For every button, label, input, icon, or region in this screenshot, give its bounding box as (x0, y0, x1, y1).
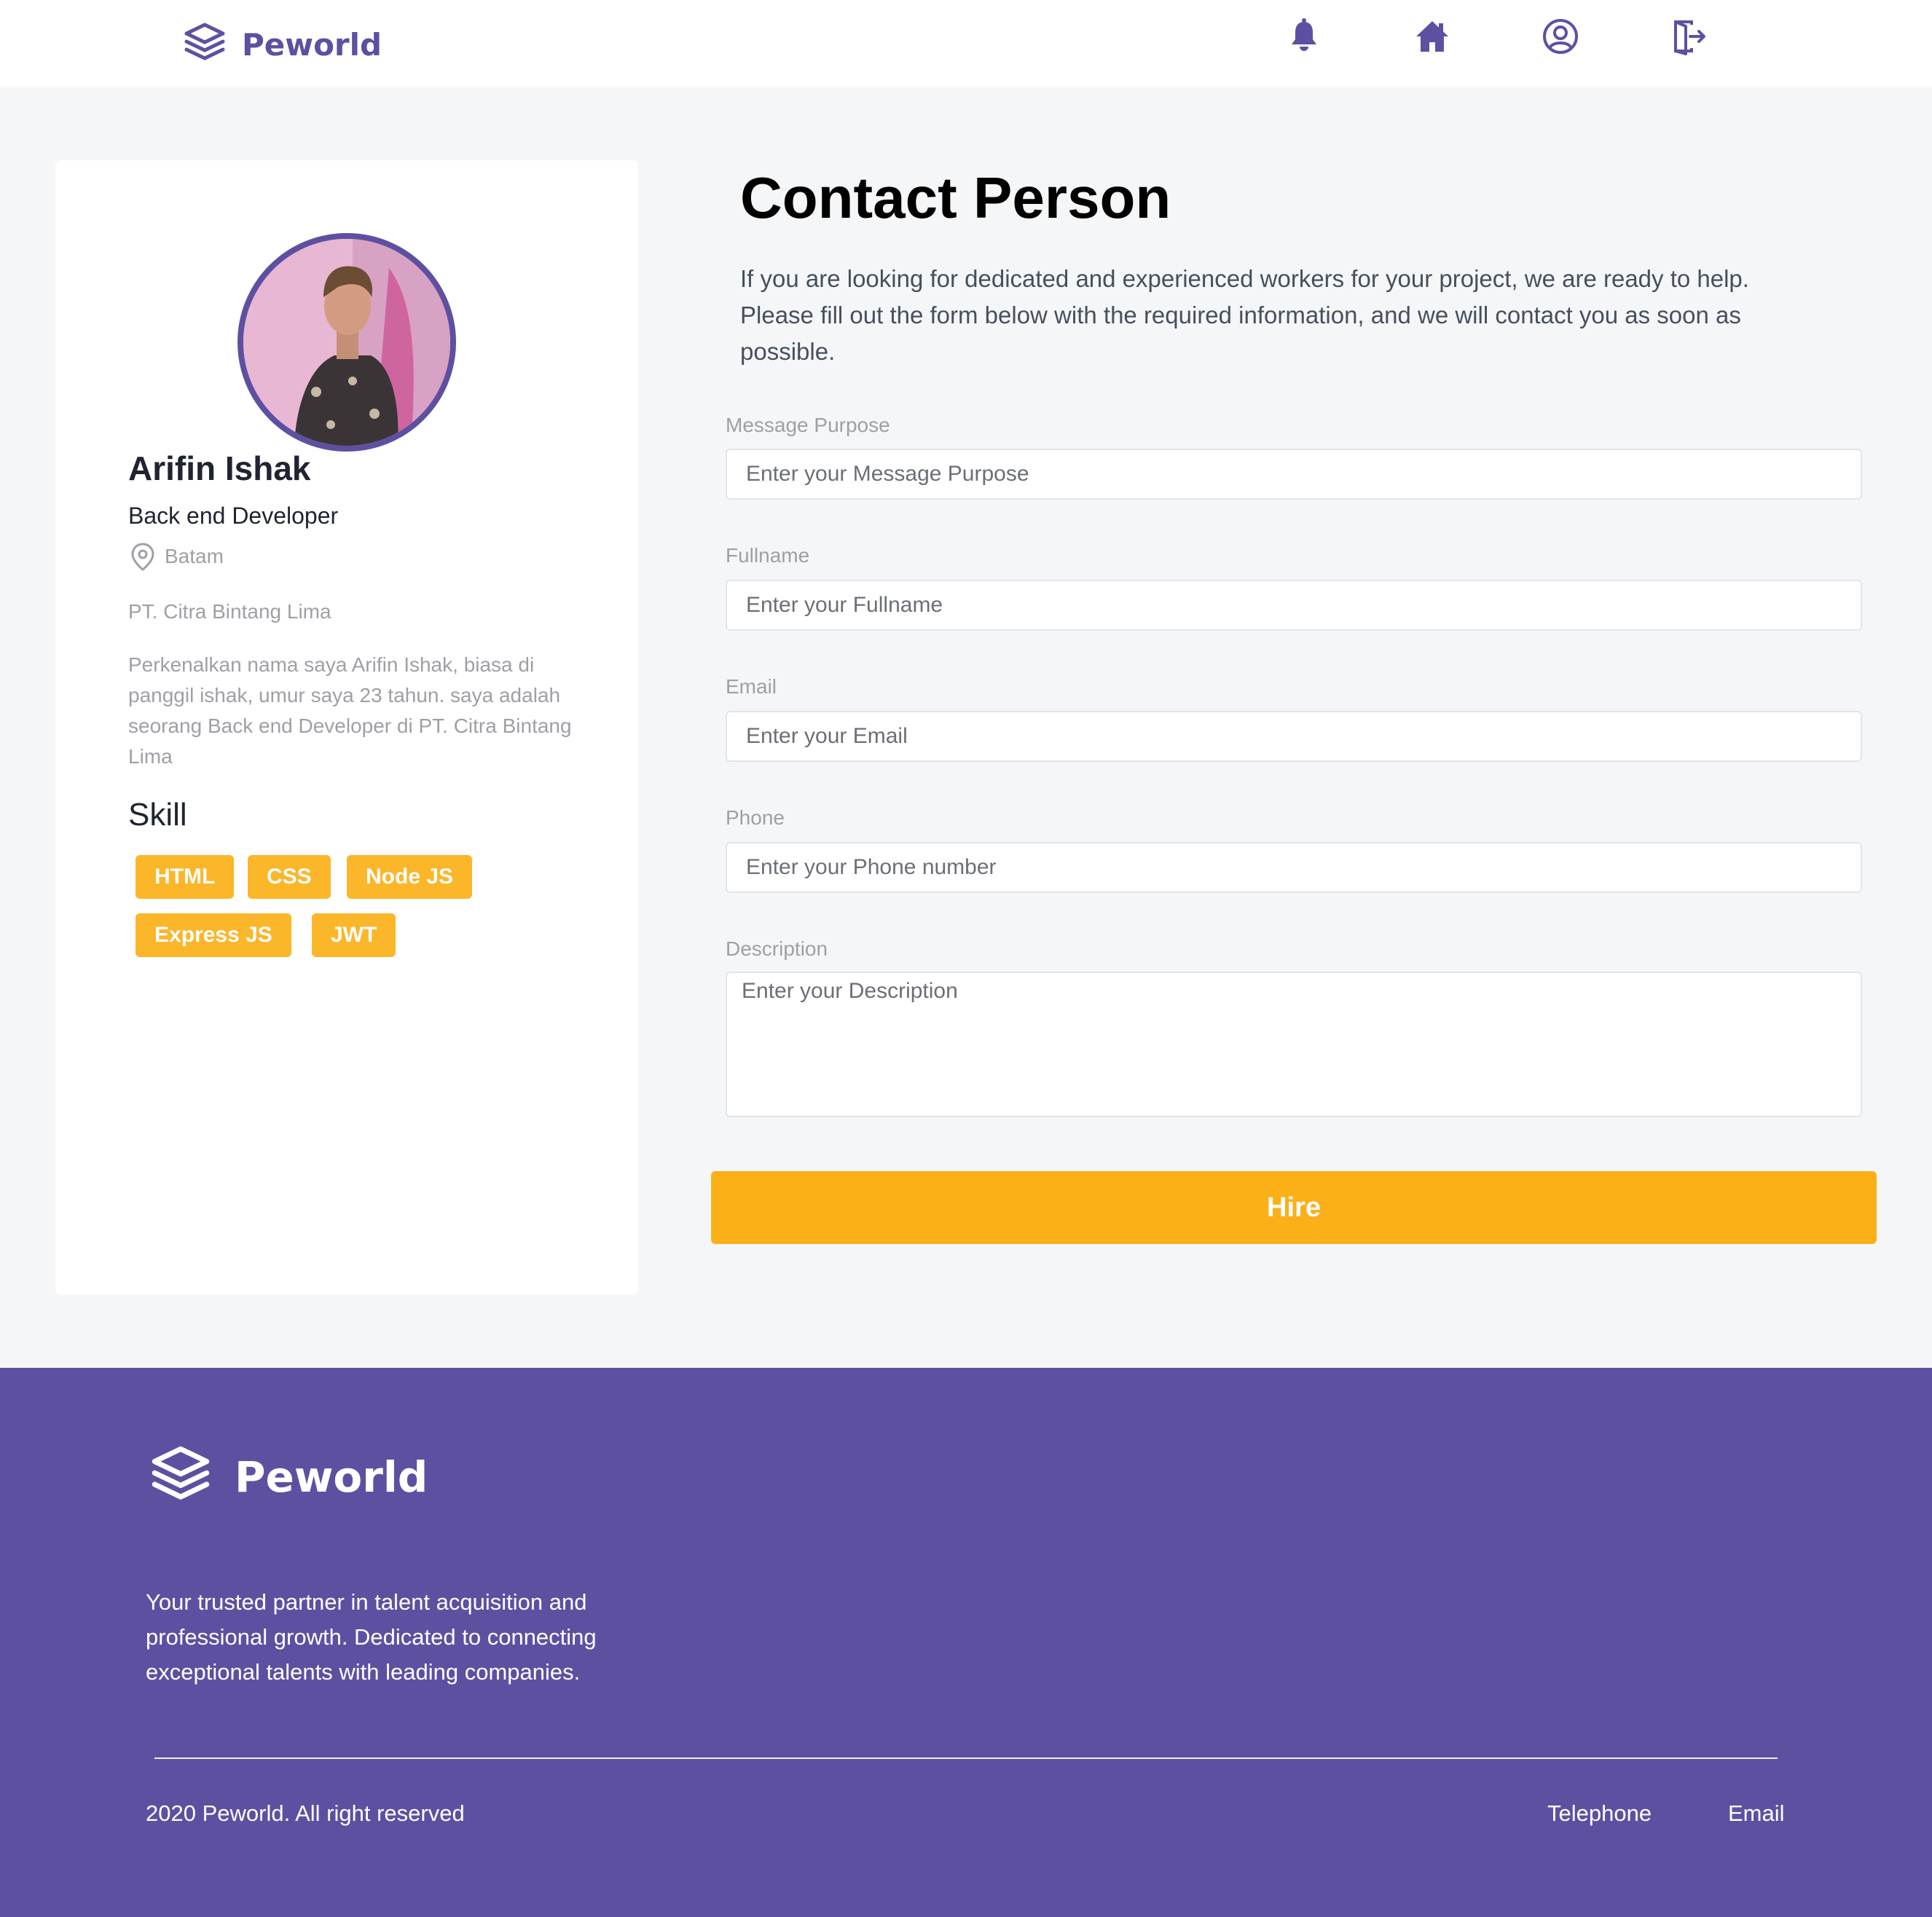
profile-location-text: Batam (165, 545, 224, 567)
layers-logo-icon (152, 1446, 210, 1500)
hire-button[interactable]: Hire (711, 1171, 1877, 1244)
home-button[interactable] (1410, 15, 1454, 58)
layers-logo-icon (184, 23, 225, 60)
footer-link-email[interactable]: Email (1728, 1800, 1785, 1827)
footer-tagline: Your trusted partner in talent acquisiti… (146, 1589, 597, 1685)
avatar (237, 233, 456, 452)
message-purpose-input[interactable] (726, 449, 1862, 500)
skill-badge: Node JS (347, 855, 473, 899)
phone-input[interactable] (726, 842, 1862, 893)
profile-button[interactable] (1539, 15, 1582, 58)
footer-divider (154, 1757, 1778, 1759)
skill-heading: Skill (128, 797, 187, 832)
skill-badge: HTML (136, 855, 235, 899)
logout-icon (1674, 20, 1705, 55)
home-icon (1416, 21, 1448, 52)
profile-location: Batam (128, 542, 224, 571)
top-navbar: Peworld (0, 0, 1932, 87)
message-purpose-label: Message Purpose (726, 414, 890, 436)
profile-name: Arifin Ishak (128, 449, 311, 487)
profile-card: Arifin Ishak Back end Developer Batam PT… (55, 160, 638, 1295)
footer-link-telephone[interactable]: Telephone (1547, 1800, 1652, 1827)
map-pin-icon (131, 543, 154, 571)
phone-label: Phone (726, 806, 785, 829)
skill-badge: CSS (248, 855, 331, 899)
brand-name: Peworld (242, 26, 382, 63)
logout-button[interactable] (1667, 15, 1711, 58)
avatar-photo (243, 239, 450, 446)
email-input[interactable] (726, 711, 1862, 762)
email-label: Email (726, 675, 777, 698)
user-circle-icon (1543, 19, 1578, 54)
footer-brand: Peworld (144, 1441, 428, 1513)
footer: Peworld Your trusted partner in talent a… (0, 1368, 1932, 1917)
contact-description: If you are looking for dedicated and exp… (740, 265, 1749, 365)
profile-company: PT. Citra Bintang Lima (128, 600, 331, 623)
notification-button[interactable] (1282, 15, 1326, 58)
skill-badge: Express JS (136, 913, 291, 957)
bell-icon (1292, 18, 1316, 51)
description-textarea[interactable] (726, 972, 1862, 1117)
skill-badge: JWT (312, 913, 396, 957)
footer-brand-name: Peworld (235, 1452, 428, 1502)
profile-bio: Perkenalkan nama saya Arifin Ishak, bias… (128, 653, 572, 768)
brand-logo-link[interactable]: Peworld (179, 19, 382, 70)
description-label: Description (726, 937, 828, 960)
profile-role: Back end Developer (128, 503, 339, 529)
fullname-label: Fullname (726, 544, 810, 567)
fullname-input[interactable] (726, 580, 1862, 631)
contact-title: Contact Person (740, 165, 1171, 230)
footer-copyright: 2020 Peworld. All right reserved (146, 1800, 465, 1826)
